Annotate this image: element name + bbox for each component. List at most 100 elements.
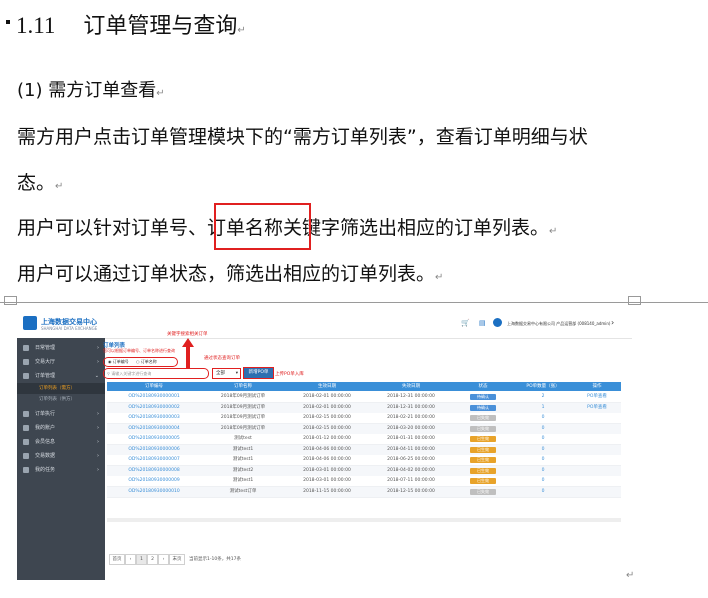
chevron-right-icon: › [97,453,99,459]
po-view-link[interactable] [573,487,621,497]
sidebar-item-tasks[interactable]: 我的任务 › [17,464,105,476]
search-input[interactable]: ⚲ 请输入关键字进行查询 [103,368,209,379]
sidebar-item-member[interactable]: 会员信息 › [17,436,105,448]
user-avatar-icon[interactable] [493,318,502,327]
table-cell: 2018-04-11 00:00:00 [387,446,435,452]
sidebar-item-execution[interactable]: 订单执行 › [17,408,105,420]
tasks-icon [23,467,29,473]
app-header: 上海数据交易中心 SHANGHAI DATA EXCHANGE 🛒 ▤ 上海数据… [17,310,632,339]
cart-icon[interactable]: 🛒 [461,319,470,327]
order-number-link[interactable]: OD%20180930000008 [107,466,201,476]
radio-order-no[interactable]: ◉ 订单编号 [108,359,129,364]
user-info: 上海数据交易中心有限公司 产品运营部 (008140_admin) [507,321,611,326]
column-header: PO单数量（张） [513,382,573,391]
status-cell: 已失效 [453,487,513,497]
radio-order-name[interactable]: ○ 订单名称 [136,359,157,364]
horizontal-scrollbar[interactable] [107,518,621,522]
sidebar-item-label: 日常管理 [35,345,56,351]
order-number-link[interactable]: OD%20180930000006 [107,445,201,455]
po-view-link[interactable]: PO单查看 [573,392,621,402]
table-cell: 1 [541,404,545,410]
status-badge: 待确认 [470,404,496,411]
order-number-link[interactable]: OD%20180930000004 [107,424,201,434]
table-cell: 0 [541,457,545,462]
chevron-down-icon: ▾ [235,371,238,376]
order-number-link[interactable]: OD%20180930000009 [107,476,201,486]
section-heading: 1.11 订单管理与查询↵ [16,8,246,40]
sidebar-item-data[interactable]: 交易数据 › [17,450,105,462]
order-number-link[interactable]: OD%20180930000002 [107,403,201,413]
member-icon [23,439,29,445]
order-number-link[interactable]: OD%20180930000003 [107,413,201,423]
table-cell: 2018-12-31 00:00:00 [387,404,435,410]
sidebar-item-label: 订单执行 [35,411,56,417]
status-cell: 已生效 [453,434,513,444]
execution-icon [23,411,29,417]
sidebar-subitem-seller-orders[interactable]: 订单列表（供方） [17,394,105,405]
status-cell: 已失效 [453,413,513,423]
order-number-link[interactable]: OD%20180930000007 [107,455,201,465]
pagination-first[interactable]: 首页 [109,554,125,565]
chevron-right-icon: › [97,425,99,431]
logo-icon [23,316,37,330]
document-icon[interactable]: ▤ [479,319,486,327]
table-cell: 测试test1 [232,446,254,452]
pagination-next[interactable]: › [158,554,169,565]
po-view-link[interactable] [573,466,621,476]
status-select[interactable]: 全部 ▾ [212,368,241,379]
chevron-down-icon: ⌄ [94,373,99,379]
sidebar-item-account[interactable]: 我的账户 › [17,422,105,434]
table-cell: 2018-02-15 00:00:00 [303,425,351,431]
po-view-link[interactable]: PO单查看 [573,403,621,413]
sidebar-item-trade[interactable]: 交易大厅 › [17,356,105,368]
paragraph-1-line-2: 态。↵ [17,170,63,200]
chevron-right-icon[interactable]: › [611,318,614,327]
sidebar-item-daily[interactable]: 日常管理 › [17,342,105,354]
annotation-keyword: 关键字搜索相关订单 [167,332,208,337]
sidebar-item-label: 会员信息 [35,439,56,445]
new-po-button[interactable]: 新增PO单 [243,367,274,379]
sidebar-item-label: 交易数据 [35,453,56,459]
order-number-link[interactable]: OD%20180930000005 [107,434,201,444]
chevron-right-icon: › [97,467,99,473]
table-row: OD%20180930000003 2018年09月测试订单 2018-02-15 … [107,413,621,424]
po-view-link[interactable] [573,455,621,465]
table-cell: 0 [541,467,545,473]
pagination-prev[interactable]: ‹ [125,554,136,565]
pagination-page-1[interactable]: 1 [136,554,147,565]
paragraph-1-line-1: 需方用户点击订单管理模块下的“需方订单列表”，查看订单明细与状 [17,126,588,148]
sidebar-item-label: 我的账户 [35,425,56,431]
table-cell: 2018-11-15 00:00:00 [303,488,351,494]
table-cell: 2018-02-01 00:00:00 [303,394,351,399]
column-header: 生效日期 [285,382,369,391]
para-mark: ↵ [156,88,165,99]
po-view-link[interactable] [573,424,621,434]
table-cell: 测试test1 [232,478,254,483]
logo-subtitle: SHANGHAI DATA EXCHANGE [41,326,98,331]
po-view-link[interactable] [573,445,621,455]
order-number-link[interactable]: OD%20180930000010 [107,487,201,497]
sidebar-item-label: 交易大厅 [35,359,56,365]
table-cell: 0 [541,488,545,494]
table-cell: 2018-12-15 00:00:00 [387,488,435,494]
trade-icon [23,359,29,365]
table-row: OD%20180930000008 测试test2 2018-03-01 00:00… [107,465,621,477]
table-cell: 2018-03-01 00:00:00 [303,467,351,473]
po-view-link[interactable] [573,413,621,423]
embedded-screenshot: 上海数据交易中心 SHANGHAI DATA EXCHANGE 🛒 ▤ 上海数据… [17,310,632,580]
order-number-link[interactable]: OD%20180930000001 [107,392,201,402]
po-view-link[interactable] [573,434,621,444]
column-header: 操作 [573,382,621,391]
margin-corner-left [4,296,17,305]
sidebar-subitem-buyer-orders[interactable]: 订单列表（需方） [17,383,105,394]
heading-bullet [6,20,10,24]
pagination-last[interactable]: 末页 [169,554,185,565]
table-cell: 测试test订单 [229,488,257,494]
annotation-arrow-icon [182,338,194,368]
sidebar-item-orders[interactable]: 订单管理 ⌄ [17,370,105,382]
pagination-page-2[interactable]: 2 [147,554,158,565]
heading-title: 订单管理与查询 [83,14,238,39]
po-view-link[interactable] [573,476,621,486]
table-cell: 2018-03-01 00:00:00 [303,478,351,483]
table-cell: 2018年09月测试订单 [220,415,266,420]
